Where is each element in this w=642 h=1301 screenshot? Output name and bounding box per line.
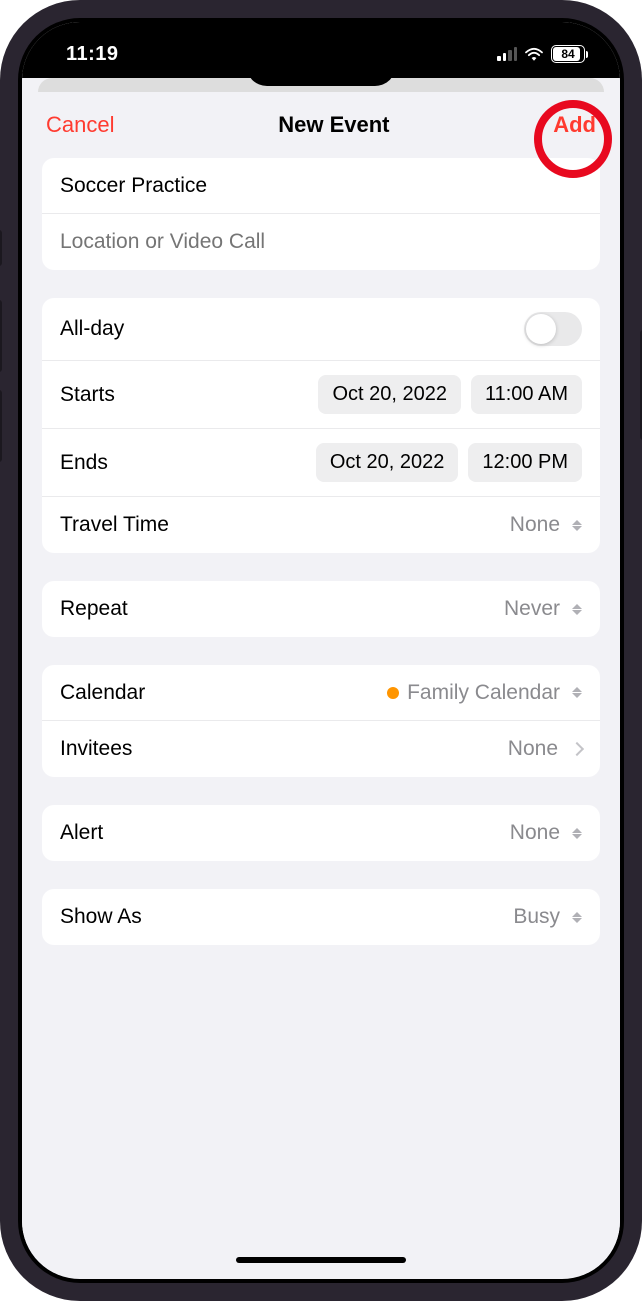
repeat-cell[interactable]: Repeat Never	[42, 581, 600, 637]
volume-up-button	[0, 300, 2, 372]
iphone-frame: 11:19 84	[0, 0, 642, 1301]
calendar-value: Family Calendar	[407, 681, 560, 705]
allday-cell: All-day	[42, 298, 600, 361]
home-indicator[interactable]	[236, 1257, 406, 1263]
showas-group: Show As Busy	[42, 889, 600, 945]
battery-icon: 84	[551, 45, 588, 63]
chevron-right-icon	[570, 742, 584, 756]
mute-switch	[0, 230, 2, 266]
showas-cell[interactable]: Show As Busy	[42, 889, 600, 945]
title-cell[interactable]	[42, 158, 600, 214]
calendar-label: Calendar	[60, 681, 145, 705]
add-button[interactable]: Add	[553, 112, 596, 138]
ends-date-picker[interactable]: Oct 20, 2022	[316, 443, 459, 482]
dynamic-island	[246, 44, 396, 86]
invitees-label: Invitees	[60, 737, 132, 761]
ends-cell: Ends Oct 20, 2022 12:00 PM	[42, 429, 600, 497]
repeat-group: Repeat Never	[42, 581, 600, 637]
showas-label: Show As	[60, 905, 142, 929]
allday-label: All-day	[60, 317, 124, 341]
starts-label: Starts	[60, 383, 115, 407]
calendar-cell[interactable]: Calendar Family Calendar	[42, 665, 600, 721]
alert-cell[interactable]: Alert None	[42, 805, 600, 861]
nav-bar: Cancel New Event Add	[22, 92, 620, 154]
location-cell[interactable]	[42, 214, 600, 270]
starts-time-picker[interactable]: 11:00 AM	[471, 375, 582, 414]
updown-icon	[572, 604, 582, 615]
alert-value: None	[510, 821, 560, 845]
cellular-signal-icon	[497, 47, 517, 61]
alert-group: Alert None	[42, 805, 600, 861]
event-location-input[interactable]	[60, 230, 582, 254]
ends-time-picker[interactable]: 12:00 PM	[468, 443, 582, 482]
travel-time-label: Travel Time	[60, 513, 169, 537]
calendar-invitees-group: Calendar Family Calendar Invitees None	[42, 665, 600, 777]
volume-down-button	[0, 390, 2, 462]
new-event-sheet: Cancel New Event Add	[22, 92, 620, 1273]
battery-level: 84	[561, 47, 574, 61]
repeat-value: Never	[504, 597, 560, 621]
travel-time-cell[interactable]: Travel Time None	[42, 497, 600, 553]
invitees-value: None	[508, 737, 558, 761]
ends-label: Ends	[60, 451, 108, 475]
showas-value: Busy	[513, 905, 560, 929]
title-location-group	[42, 158, 600, 270]
starts-cell: Starts Oct 20, 2022 11:00 AM	[42, 361, 600, 429]
calendar-color-dot	[387, 687, 399, 699]
wifi-icon	[524, 46, 544, 62]
datetime-group: All-day Starts Oct 20, 2022 11:00 AM	[42, 298, 600, 553]
starts-date-picker[interactable]: Oct 20, 2022	[318, 375, 461, 414]
updown-icon	[572, 520, 582, 531]
event-title-input[interactable]	[60, 174, 582, 198]
updown-icon	[572, 912, 582, 923]
alert-label: Alert	[60, 821, 103, 845]
repeat-label: Repeat	[60, 597, 128, 621]
updown-icon	[572, 687, 582, 698]
cancel-button[interactable]: Cancel	[46, 112, 114, 138]
page-title: New Event	[278, 112, 389, 138]
allday-toggle[interactable]	[524, 312, 582, 346]
status-time: 11:19	[66, 43, 119, 66]
updown-icon	[572, 828, 582, 839]
invitees-cell[interactable]: Invitees None	[42, 721, 600, 777]
travel-time-value: None	[510, 513, 560, 537]
